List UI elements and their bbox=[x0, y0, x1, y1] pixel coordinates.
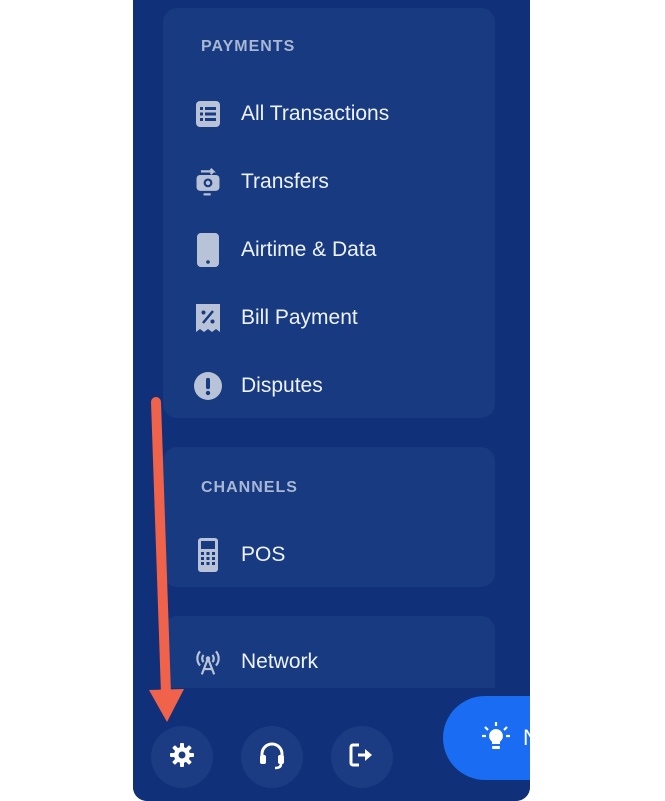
phone-icon bbox=[193, 233, 223, 267]
nav-item-all-transactions[interactable]: All Transactions bbox=[193, 94, 389, 134]
payments-section: PAYMENTS All Transactions Transfers Airt… bbox=[163, 8, 495, 418]
payments-section-title: PAYMENTS bbox=[201, 38, 296, 55]
exclamation-icon bbox=[193, 371, 223, 401]
logout-button[interactable] bbox=[331, 726, 393, 788]
nav-item-network[interactable]: Network bbox=[193, 642, 318, 682]
receipt-icon bbox=[193, 303, 223, 333]
settings-button[interactable] bbox=[151, 726, 213, 788]
page-background bbox=[530, 696, 665, 780]
nav-item-transfers[interactable]: Transfers bbox=[193, 162, 329, 202]
transfer-icon bbox=[193, 167, 223, 197]
nav-label: POS bbox=[241, 543, 286, 566]
nav-label: Disputes bbox=[241, 374, 323, 397]
antenna-icon bbox=[193, 647, 223, 677]
nav-item-disputes[interactable]: Disputes bbox=[193, 366, 323, 406]
lightbulb-icon bbox=[481, 721, 511, 756]
nav-label: All Transactions bbox=[241, 102, 390, 125]
nav-label: Bill Payment bbox=[241, 306, 358, 329]
nav-label: Network bbox=[241, 650, 319, 673]
nav-item-airtime-data[interactable]: Airtime & Data bbox=[193, 230, 376, 270]
logout-icon bbox=[348, 742, 376, 773]
nav-item-pos[interactable]: POS bbox=[193, 535, 285, 575]
channels-section-title: CHANNELS bbox=[201, 479, 298, 496]
nav-label: Transfers bbox=[241, 170, 329, 193]
support-button[interactable] bbox=[241, 726, 303, 788]
gear-icon bbox=[169, 742, 195, 773]
list-icon bbox=[193, 99, 223, 129]
nav-label: Airtime & Data bbox=[241, 238, 377, 261]
pos-terminal-icon bbox=[193, 538, 223, 572]
sidebar: PAYMENTS All Transactions Transfers Airt… bbox=[133, 0, 530, 801]
channels-section: CHANNELS POS bbox=[163, 447, 495, 587]
headset-icon bbox=[257, 740, 287, 775]
nav-item-bill-payment[interactable]: Bill Payment bbox=[193, 298, 358, 338]
